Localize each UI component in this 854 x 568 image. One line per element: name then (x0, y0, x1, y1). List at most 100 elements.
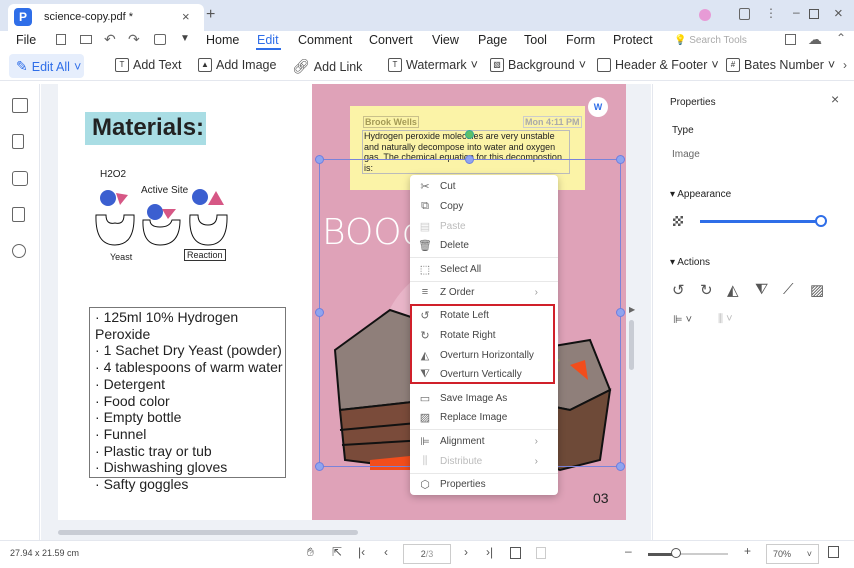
new-tab-icon[interactable]: + (206, 6, 215, 24)
notification-icon[interactable] (739, 8, 750, 20)
zoom-in-icon[interactable]: + (744, 544, 751, 558)
background-button[interactable]: ▧ Background ˅ (490, 58, 586, 72)
prev-page-icon[interactable]: ‹ (384, 545, 388, 559)
appearance-section[interactable]: ▾ Appearance (670, 189, 731, 200)
header-footer-button[interactable]: Header & Footer ˅ (597, 58, 719, 72)
zoom-slider[interactable] (648, 553, 728, 556)
menu-protect[interactable]: Protect (613, 33, 653, 47)
add-image-button[interactable]: ▲ Add Image (198, 58, 276, 72)
menu-item-rotate-right[interactable]: ↻ Rotate Right (410, 325, 558, 345)
opacity-slider[interactable] (700, 220, 820, 223)
search-tools-placeholder: Search Tools (689, 35, 747, 46)
menu-item-alignment[interactable]: ⊫ Alignment › (410, 431, 558, 451)
first-page-icon[interactable]: |‹ (358, 545, 365, 559)
resize-handle[interactable] (616, 155, 625, 164)
collapse-ribbon-icon[interactable]: ⌃ (836, 31, 846, 45)
menu-page[interactable]: Page (478, 33, 507, 47)
hand-tool-icon[interactable]: ✋︎ (307, 545, 314, 560)
replace-image-action-icon[interactable]: ▨ (810, 281, 824, 299)
zoom-select[interactable]: 70% ˅ (766, 544, 819, 564)
menu-item-overturn-vertically[interactable]: ⧨ Overturn Vertically (410, 364, 558, 384)
menu-item-replace-image[interactable]: ▨ Replace Image (410, 407, 558, 427)
menu-file[interactable]: File (16, 33, 36, 47)
menu-comment[interactable]: Comment (298, 33, 352, 47)
rotate-left-action-icon[interactable]: ↺ (672, 281, 685, 299)
app-logo-icon: P (14, 8, 32, 26)
resize-handle[interactable] (315, 462, 324, 471)
menu-item-copy[interactable]: ⧉ Copy (410, 196, 558, 216)
comment-icon[interactable] (12, 171, 28, 186)
bates-number-button[interactable]: # Bates Number ˅ (726, 58, 835, 72)
menu-item-rotate-left[interactable]: ↺ Rotate Left (410, 305, 558, 325)
fit-page-icon[interactable] (828, 546, 839, 558)
watermark-button[interactable]: T Watermark ˅ (388, 58, 478, 72)
insert-page-icon[interactable] (510, 547, 521, 559)
add-link-button[interactable]: 🔗︎ Add Link (292, 58, 362, 75)
thumbnails-icon[interactable] (12, 98, 28, 113)
select-tool-icon[interactable]: ⇱ (332, 545, 342, 559)
zoom-slider-thumb[interactable] (671, 548, 681, 558)
rotate-handle[interactable] (465, 130, 474, 139)
menu-form[interactable]: Form (566, 33, 595, 47)
flip-horizontal-action-icon[interactable]: ◭ (727, 281, 739, 299)
opacity-slider-thumb[interactable] (815, 215, 827, 227)
properties-icon: ⬡ (420, 478, 430, 491)
page-number: 03 (593, 490, 609, 506)
close-panel-icon[interactable]: × (831, 91, 839, 107)
zoom-out-icon[interactable]: – (625, 544, 632, 558)
toolbar-more-icon[interactable]: › (843, 58, 847, 72)
menu-item-select-all[interactable]: ⬚ Select All (410, 259, 558, 279)
redo-icon[interactable]: ↷ (128, 31, 140, 48)
horizontal-scrollbar[interactable] (58, 530, 358, 535)
search-tools-input[interactable]: 💡 Search Tools (674, 35, 747, 46)
next-page-icon[interactable]: › (464, 545, 468, 559)
menu-item-save-image-as[interactable]: ▭ Save Image As (410, 388, 558, 408)
bookmark-icon[interactable] (12, 134, 24, 149)
convert-to-word-icon[interactable]: W (588, 97, 608, 117)
minimize-icon[interactable]: – (793, 5, 800, 19)
menu-item-overturn-horizontally[interactable]: ◭ Overturn Horizontally (410, 345, 558, 365)
menu-home[interactable]: Home (206, 33, 239, 47)
page-input[interactable]: 2/3 (403, 544, 451, 564)
actions-section[interactable]: ▾ Actions (670, 257, 710, 268)
resize-handle[interactable] (616, 462, 625, 471)
align-dropdown[interactable]: ⊫ ˅ (673, 313, 692, 326)
menu-item-z-order[interactable]: ≡ Z Order › (410, 282, 558, 302)
mail-icon[interactable] (80, 35, 92, 44)
resize-handle[interactable] (465, 155, 474, 164)
search-icon[interactable] (12, 244, 26, 258)
left-sidebar (0, 84, 40, 540)
add-text-button[interactable]: T Add Text (115, 58, 181, 72)
menu-item-cut[interactable]: ✂ Cut (410, 176, 558, 196)
undo-icon[interactable]: ↶ (104, 31, 116, 48)
share-icon[interactable] (785, 34, 796, 45)
menu-item-distribute: ⫼ Distribute › (410, 451, 558, 471)
close-window-icon[interactable]: × (834, 5, 843, 22)
attachment-icon[interactable] (12, 207, 25, 222)
add-image-label: Add Image (216, 58, 277, 72)
close-tab-icon[interactable]: × (182, 9, 190, 24)
rotate-right-action-icon[interactable]: ↻ (700, 281, 713, 299)
resize-handle[interactable] (616, 308, 625, 317)
maximize-icon[interactable] (809, 9, 819, 19)
menu-item-delete[interactable]: 🗑︎ Delete (410, 235, 558, 255)
menu-convert[interactable]: Convert (369, 33, 413, 47)
flip-vertical-action-icon[interactable]: ⧨ (755, 281, 768, 298)
resize-handle[interactable] (315, 155, 324, 164)
menu-item-properties[interactable]: ⬡ Properties (410, 474, 558, 494)
last-page-icon[interactable]: ›| (486, 545, 493, 559)
menu-edit[interactable]: Edit (257, 33, 279, 47)
vertical-scrollbar[interactable] (629, 320, 634, 370)
menu-view[interactable]: View (432, 33, 459, 47)
expand-right-panel-icon[interactable]: ▶ (629, 305, 635, 314)
resize-handle[interactable] (315, 308, 324, 317)
avatar[interactable] (699, 9, 711, 21)
print-icon[interactable] (154, 34, 166, 45)
more-icon[interactable]: ⋮ (765, 6, 777, 20)
quick-access-dropdown-icon[interactable]: ▼ (180, 33, 190, 44)
crop-action-icon[interactable]: ⟋ (783, 281, 794, 298)
list-item: · 1 Sachet Dry Yeast (powder) (95, 342, 282, 359)
menu-tool[interactable]: Tool (524, 33, 547, 47)
cloud-upload-icon[interactable]: ☁ (808, 31, 822, 48)
save-icon[interactable] (56, 34, 66, 45)
